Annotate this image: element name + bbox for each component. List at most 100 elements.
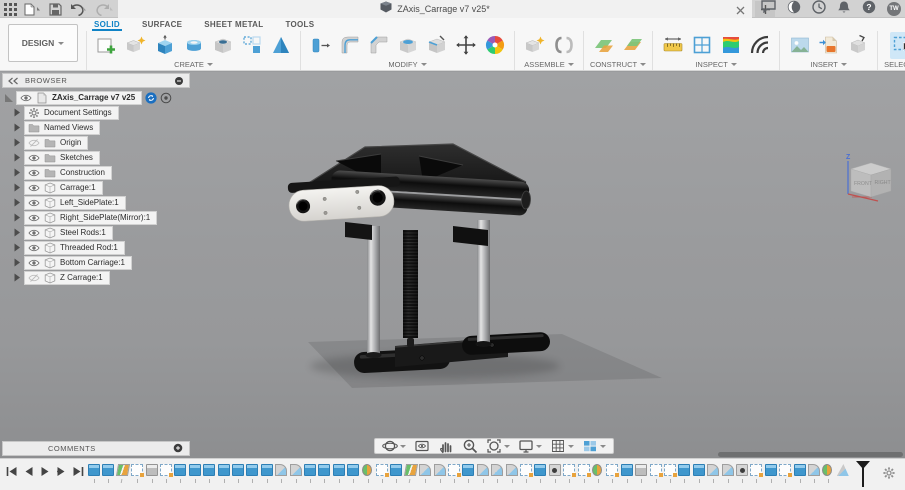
skip-to-end-icon[interactable] bbox=[72, 466, 84, 477]
eye-visible-icon[interactable] bbox=[28, 228, 40, 238]
insert-mesh-icon[interactable] bbox=[844, 32, 871, 59]
timeline-feature-sketch-icon[interactable] bbox=[131, 464, 143, 476]
timeline-feature-extrude-icon[interactable] bbox=[318, 464, 330, 476]
extrude-icon[interactable] bbox=[151, 32, 178, 59]
pan-icon[interactable] bbox=[435, 439, 457, 453]
display-settings-icon[interactable] bbox=[515, 439, 545, 453]
ribbon-tab-surface[interactable]: SURFACE bbox=[140, 19, 184, 31]
target-icon[interactable] bbox=[160, 92, 172, 104]
help-icon[interactable]: ? bbox=[862, 0, 876, 19]
timeline-feature-mirror-icon[interactable] bbox=[592, 464, 602, 476]
timeline-feature-extrude-icon[interactable] bbox=[218, 464, 230, 476]
play-icon[interactable] bbox=[40, 466, 50, 477]
timeline-feature-fillet-icon[interactable] bbox=[275, 464, 287, 476]
timeline-feature-extrude-icon[interactable] bbox=[203, 464, 215, 476]
ribbon-group-label[interactable]: ASSEMBLE bbox=[524, 60, 573, 69]
move-copy-icon[interactable] bbox=[452, 32, 479, 59]
zebra-analysis-icon[interactable] bbox=[746, 32, 773, 59]
arrow-right-icon[interactable] bbox=[10, 123, 24, 132]
timeline-feature-fillet-icon[interactable] bbox=[434, 464, 446, 476]
press-pull-icon[interactable] bbox=[307, 32, 334, 59]
arrow-right-icon[interactable] bbox=[10, 198, 24, 207]
timeline-feature-extrude-icon[interactable] bbox=[621, 464, 633, 476]
plane-offset-icon[interactable] bbox=[590, 32, 617, 59]
insert-svg-icon[interactable] bbox=[815, 32, 842, 59]
model-viewport[interactable]: BROWSER ZAxis_Carrage v7 v25 Document Se… bbox=[0, 72, 905, 458]
section-analysis-icon[interactable] bbox=[688, 32, 715, 59]
eye-visible-icon[interactable] bbox=[28, 153, 40, 163]
timeline-feature-sketch-icon[interactable] bbox=[376, 464, 388, 476]
zoom-icon[interactable] bbox=[459, 439, 481, 453]
timeline-feature-sketch-icon[interactable] bbox=[650, 464, 662, 476]
timeline-feature-extrude-icon[interactable] bbox=[246, 464, 258, 476]
arrow-right-icon[interactable] bbox=[10, 213, 24, 222]
timeline-feature-mirror-icon[interactable] bbox=[822, 464, 832, 476]
timeline-feature-extrude-icon[interactable] bbox=[304, 464, 316, 476]
ribbon-group-label[interactable]: CONSTRUCT bbox=[590, 60, 646, 69]
timeline-feature-plane-icon[interactable] bbox=[404, 464, 418, 476]
undo-icon[interactable] bbox=[69, 3, 88, 16]
orbit-icon[interactable] bbox=[379, 439, 409, 453]
save-icon[interactable] bbox=[49, 3, 62, 16]
timeline-feature-extrude-icon[interactable] bbox=[189, 464, 201, 476]
measure-icon[interactable] bbox=[659, 32, 686, 59]
ribbon-group-label[interactable]: INSPECT bbox=[695, 60, 737, 69]
timeline-feature-extrude-icon[interactable] bbox=[347, 464, 359, 476]
timeline-feature-sketch-icon[interactable] bbox=[578, 464, 590, 476]
timeline-feature-fillet-icon[interactable] bbox=[506, 464, 518, 476]
ribbon-group-label[interactable]: CREATE bbox=[174, 60, 213, 69]
timeline-feature-plane-icon[interactable] bbox=[116, 464, 130, 476]
new-component-icon[interactable] bbox=[122, 32, 149, 59]
timeline-feature-extrude-icon[interactable] bbox=[174, 464, 186, 476]
comments-panel[interactable]: COMMENTS bbox=[2, 441, 190, 456]
timeline-feature-sketch-icon[interactable] bbox=[750, 464, 762, 476]
sync-status-icon[interactable] bbox=[145, 92, 157, 104]
curvature-map-icon[interactable] bbox=[717, 32, 744, 59]
browser-row[interactable]: Construction bbox=[2, 165, 242, 180]
extensions-icon[interactable] bbox=[787, 0, 801, 19]
timeline-feature-sketch-icon[interactable] bbox=[664, 464, 676, 476]
timeline-feature-sketch-icon[interactable] bbox=[448, 464, 460, 476]
timeline-feature-component-icon[interactable] bbox=[635, 464, 647, 476]
workspace-design-button[interactable]: DESIGN bbox=[8, 24, 78, 62]
timeline-feature-mirror2-icon[interactable] bbox=[837, 464, 849, 476]
eye-visible-icon[interactable] bbox=[28, 213, 40, 223]
viewcube[interactable]: Z FRONT RIGHT bbox=[838, 147, 900, 209]
ribbon-group-label[interactable]: MODIFY bbox=[388, 60, 426, 69]
timeline-feature-fillet-icon[interactable] bbox=[419, 464, 431, 476]
timeline-feature-fillet-icon[interactable] bbox=[290, 464, 302, 476]
split-body-icon[interactable] bbox=[423, 32, 450, 59]
chamfer-icon[interactable] bbox=[365, 32, 392, 59]
create-sketch-icon[interactable] bbox=[93, 32, 120, 59]
arrow-right-icon[interactable] bbox=[10, 168, 24, 177]
timeline-feature-sketch-icon[interactable] bbox=[160, 464, 172, 476]
timeline-feature-fillet-icon[interactable] bbox=[707, 464, 719, 476]
user-avatar[interactable]: TW bbox=[887, 2, 901, 16]
timeline-feature-sketch-icon[interactable] bbox=[779, 464, 791, 476]
eye-visible-icon[interactable] bbox=[28, 168, 40, 178]
arrow-right-icon[interactable] bbox=[10, 138, 24, 147]
timeline-feature-hole-icon[interactable] bbox=[736, 464, 748, 476]
appearance-icon[interactable] bbox=[481, 32, 508, 59]
shell-icon[interactable] bbox=[394, 32, 421, 59]
browser-row[interactable]: Steel Rods:1 bbox=[2, 225, 242, 240]
arrow-right-icon[interactable] bbox=[10, 108, 24, 117]
canvas-icon[interactable] bbox=[786, 32, 813, 59]
select-icon[interactable] bbox=[890, 32, 905, 59]
app-grid-icon[interactable] bbox=[4, 3, 17, 16]
timeline-feature-extrude-icon[interactable] bbox=[232, 464, 244, 476]
step-forward-icon[interactable] bbox=[56, 466, 66, 477]
timeline-feature-sketch-icon[interactable] bbox=[606, 464, 618, 476]
grid-settings-icon[interactable] bbox=[547, 439, 577, 453]
eye-hidden-icon[interactable] bbox=[28, 138, 40, 148]
timeline-feature-hole-icon[interactable] bbox=[549, 464, 561, 476]
timeline-settings-gear-icon[interactable] bbox=[882, 466, 896, 485]
step-back-icon[interactable] bbox=[24, 466, 34, 477]
timeline-feature-extrude-icon[interactable] bbox=[88, 464, 100, 476]
timeline-scrollbar[interactable] bbox=[718, 452, 903, 457]
arrow-right-icon[interactable] bbox=[10, 228, 24, 237]
browser-row[interactable]: Left_SidePlate:1 bbox=[2, 195, 242, 210]
arrow-right-icon[interactable] bbox=[10, 153, 24, 162]
panel-options-icon[interactable] bbox=[174, 76, 184, 86]
ribbon-tab-tools[interactable]: TOOLS bbox=[283, 19, 316, 31]
